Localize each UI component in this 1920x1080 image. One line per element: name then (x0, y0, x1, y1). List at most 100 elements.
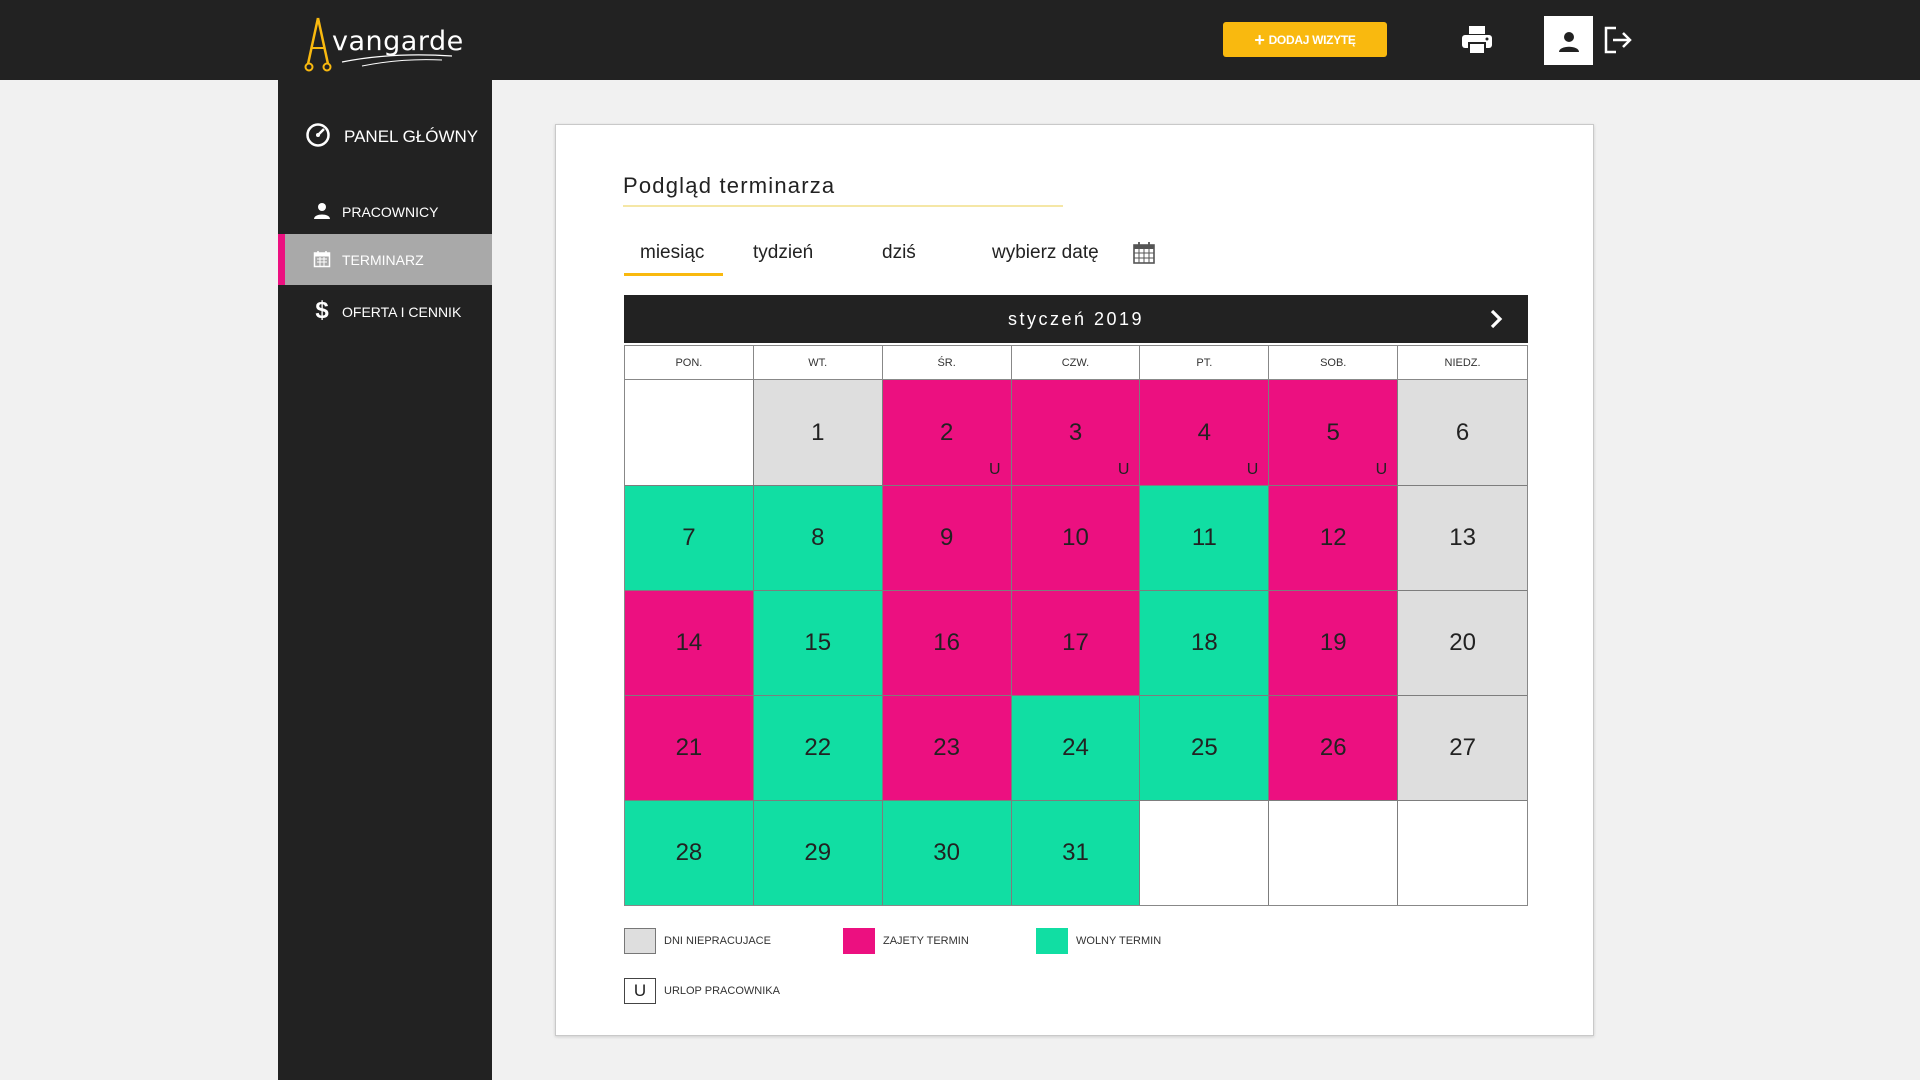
user-profile-button[interactable] (1544, 16, 1593, 65)
logout-button[interactable] (1602, 24, 1634, 56)
title-underline (623, 205, 1063, 207)
calendar-grid: 1 2 U 3 U 4 U 5 U 6 7 8 9 10 11 12 13 14 15 16 17 18 19 20 21 22 2… (624, 379, 1528, 906)
employee-leave-marker: U (1375, 461, 1388, 478)
legend-swatch-leave: U (624, 978, 656, 1004)
tab-week[interactable]: tydzień (753, 242, 813, 264)
add-visit-button[interactable]: + DODAJ WIZYTĘ (1223, 22, 1387, 57)
calendar-day-cell[interactable]: 15 (753, 590, 883, 695)
legend-swatch-booked (843, 928, 875, 954)
calendar-day-cell[interactable]: 7 (625, 485, 754, 590)
calendar-day-cell[interactable]: 25 (1140, 695, 1270, 800)
chevron-right-icon (1490, 309, 1503, 329)
person-icon (312, 201, 332, 221)
user-icon (1558, 31, 1579, 52)
tab-label: miesiąc (640, 242, 705, 263)
calendar-day-cell[interactable]: 8 (753, 485, 883, 590)
day-number: 13 (1449, 524, 1476, 551)
day-number: 10 (1062, 524, 1089, 551)
calendar-day-cell[interactable]: 28 (625, 800, 754, 905)
calendar-day-cell[interactable]: 22 (753, 695, 883, 800)
calendar-day-cell[interactable]: 1 (753, 380, 883, 485)
calendar-day-cell[interactable]: 12 (1269, 485, 1399, 590)
dashboard-gauge-icon (305, 122, 331, 153)
calendar-day-cell[interactable]: 30 (882, 800, 1012, 905)
day-number: 28 (675, 839, 703, 866)
day-number: 31 (1062, 839, 1089, 866)
day-number: 16 (933, 629, 960, 656)
calendar-day-cell[interactable]: 23 (882, 695, 1012, 800)
calendar-day-cell[interactable]: 14 (625, 590, 754, 695)
sidebar-item-label: OFERTA I CENNIK (342, 304, 462, 320)
dollar-icon: $ (315, 297, 329, 324)
calendar-day-cell[interactable]: 24 (1011, 695, 1141, 800)
calendar-day-cell[interactable]: 21 (625, 695, 754, 800)
tab-label: wybierz datę (992, 242, 1099, 263)
sidebar-dashboard-link[interactable]: PANEL GŁÓWNY (278, 114, 492, 158)
calendar-day-cell[interactable]: 3U (1011, 380, 1141, 485)
schedule-panel: Podgląd terminarza miesiąc tydzień dziś … (555, 124, 1594, 1036)
tab-pick-date[interactable]: wybierz datę (992, 242, 1099, 264)
day-number: 29 (804, 839, 832, 866)
weekday-label: CZW. (1012, 346, 1141, 379)
weekday-label: ŚR. (883, 346, 1012, 379)
print-button[interactable] (1460, 24, 1494, 56)
employee-leave-marker: U (989, 461, 1001, 478)
day-number: 6 (1455, 418, 1470, 446)
weekday-label: SOB. (1269, 346, 1399, 379)
calendar-day-cell[interactable]: 17 (1011, 590, 1141, 695)
calendar-day-cell[interactable]: 5U (1269, 380, 1399, 485)
day-number: 12 (1319, 524, 1347, 551)
calendar-day-cell[interactable]: 16 (882, 590, 1012, 695)
calendar-empty-cell (1269, 800, 1399, 905)
day-number: 2 (939, 418, 954, 446)
calendar-day-cell[interactable]: 9 (882, 485, 1012, 590)
calendar-day-cell[interactable]: 26 (1269, 695, 1399, 800)
tab-today[interactable]: dziś (882, 242, 916, 264)
tab-label: dziś (882, 242, 916, 263)
calendar-day-cell[interactable]: 2U (882, 380, 1012, 485)
day-number: 1 (811, 418, 825, 446)
employee-leave-marker: U (1246, 461, 1259, 478)
sidebar-item-offer-pricing[interactable]: $ OFERTA I CENNIK (278, 286, 492, 337)
add-visit-label: DODAJ WIZYTĘ (1268, 32, 1356, 47)
day-number: 22 (804, 734, 832, 761)
calendar-empty-cell (1140, 800, 1270, 905)
weekday-label: PON. (625, 346, 754, 379)
legend-booked: ZAJETY TERMIN (843, 928, 969, 954)
calendar-day-cell[interactable]: 31 (1011, 800, 1141, 905)
calendar-header: styczeń 2019 (624, 295, 1528, 343)
calendar-empty-cell (1398, 800, 1527, 905)
legend-label: DNI NIEPRACUJACE (664, 935, 771, 947)
calendar-day-cell[interactable]: 13 (1398, 485, 1527, 590)
calendar-day-cell[interactable]: 19 (1269, 590, 1399, 695)
day-number: 25 (1191, 734, 1218, 761)
day-number: 3 (1068, 418, 1083, 446)
day-number: 21 (675, 734, 703, 761)
brand-logo[interactable]: vangarde (302, 12, 463, 74)
top-bar: vangarde + DODAJ WIZYTĘ (0, 0, 1920, 80)
calendar-day-cell[interactable]: 4U (1140, 380, 1270, 485)
calendar-day-cell[interactable]: 6 (1398, 380, 1527, 485)
sidebar-item-schedule[interactable]: TERMINARZ (278, 234, 492, 285)
weekday-label: WT. (754, 346, 883, 379)
weekday-header-row: PON. WT. ŚR. CZW. PT. SOB. NIEDZ. (624, 345, 1528, 379)
day-number: 5 (1326, 418, 1340, 446)
calendar-day-cell[interactable]: 10 (1011, 485, 1141, 590)
tab-month[interactable]: miesiąc (624, 242, 723, 276)
calendar-day-cell[interactable]: 11 (1140, 485, 1270, 590)
calendar-day-cell[interactable]: 20 (1398, 590, 1527, 695)
legend-non-working-days: DNI NIEPRACUJACE (624, 928, 771, 954)
day-number: 9 (939, 524, 954, 551)
legend-swatch-off (624, 928, 656, 954)
sidebar-item-employees[interactable]: PRACOWNICY (278, 186, 492, 237)
calendar-day-cell[interactable]: 18 (1140, 590, 1270, 695)
sidebar-dashboard-label: PANEL GŁÓWNY (344, 127, 479, 146)
next-month-button[interactable] (1484, 307, 1508, 331)
date-picker-calendar-icon[interactable] (1132, 241, 1156, 265)
active-indicator (278, 234, 285, 285)
calendar-day-cell[interactable]: 29 (753, 800, 883, 905)
calendar-day-cell[interactable]: 27 (1398, 695, 1527, 800)
logo-swoosh (341, 54, 453, 67)
legend-employee-leave: U URLOP PRACOWNIKA (624, 978, 780, 1004)
day-number: 30 (933, 839, 960, 866)
